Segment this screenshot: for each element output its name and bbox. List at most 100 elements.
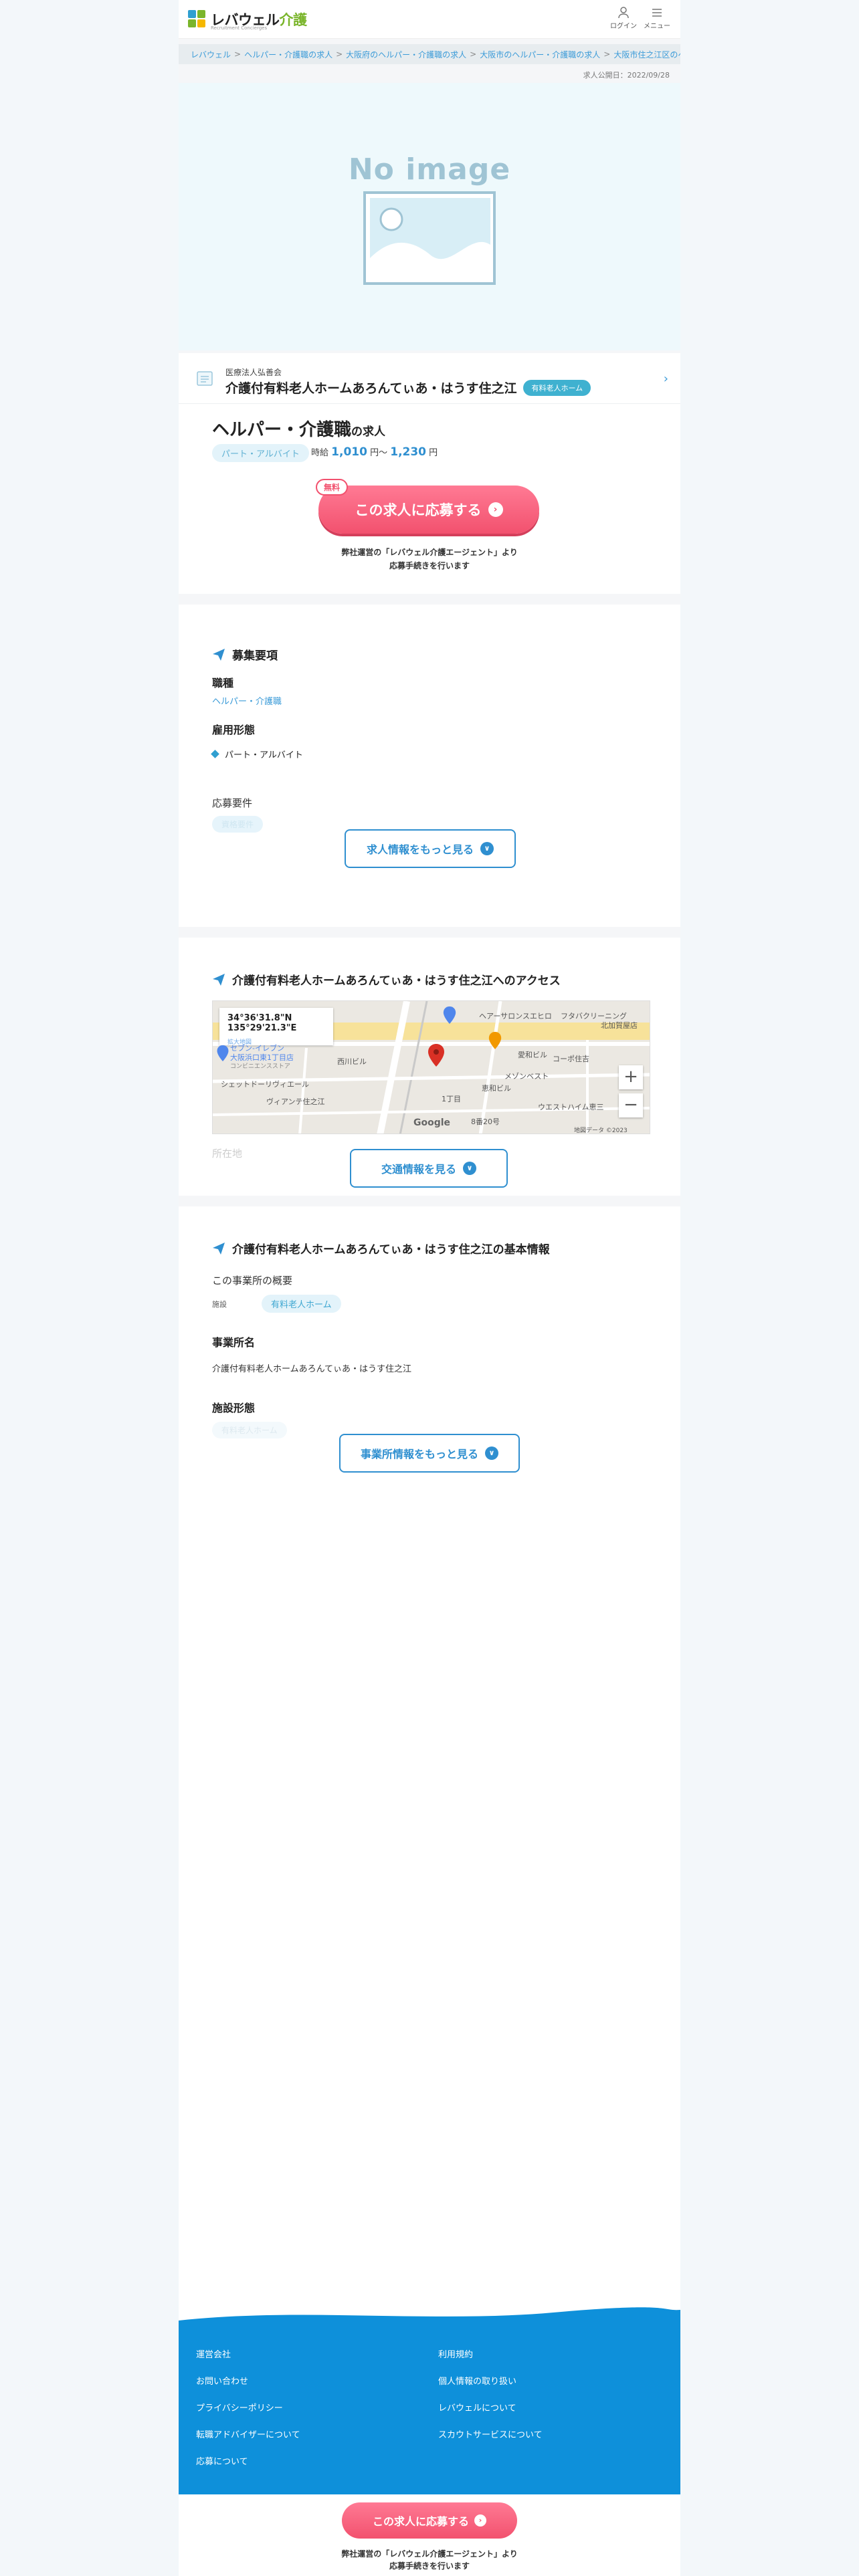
map-attribution: 地図データ ©2023 [574, 1128, 628, 1134]
employment-value: パート・アルバイト [211, 748, 303, 760]
map-label: コーポ住吉 [553, 1055, 589, 1063]
footer-link[interactable]: お問い合わせ [196, 2374, 248, 2387]
breadcrumb-separator: > [470, 49, 477, 59]
section-title: 介護付有料老人ホームあろんてぃあ・はうす住之江へのアクセス [212, 971, 561, 988]
arrow-right-icon: › [474, 2514, 486, 2527]
paper-plane-icon [213, 973, 225, 986]
location-label: 所在地 [212, 1148, 243, 1160]
map[interactable]: 34°36'31.8"N 135°29'21.3"E 拡大地図 ヘアーサロンスエヒ… [212, 1000, 650, 1134]
breadcrumb-separator: > [234, 49, 242, 59]
map-label: 北加賀屋店 [601, 1021, 638, 1030]
job-type-value[interactable]: ヘルパー・介護職 [212, 694, 282, 707]
site-header: レバウェル介護 Recruitment Concierges ログイン メニュー [179, 0, 680, 39]
breadcrumb: レバウェル > ヘルパー・介護職の求人 > 大阪府のヘルパー・介護職の求人 > 大阪市… [179, 44, 680, 64]
map-label: 8番20号 [471, 1117, 500, 1126]
section-title: 介護付有料老人ホームあろんてぃあ・はうす住之江の基本情報 [212, 1240, 550, 1257]
site-footer: 運営会社 利用規約 お問い合わせ 個人情報の取り扱い プライバシーポリシー レバ… [179, 2307, 680, 2494]
site-logo[interactable]: レバウェル介護 Recruitment Concierges [188, 7, 307, 31]
map-label: 愛和ビル [518, 1051, 547, 1059]
facility-name: 介護付有料老人ホームあろんてぃあ・はうす住之江 有料老人ホーム [225, 379, 591, 397]
map-label: 恵和ビル [482, 1084, 511, 1093]
footer-link[interactable]: 個人情報の取り扱い [438, 2374, 516, 2387]
more-job-info-button[interactable]: 求人情報をもっと見る ∨ [345, 829, 516, 868]
logo-subtitle: Recruitment Concierges [211, 25, 268, 31]
free-badge: 無料 [316, 479, 349, 496]
office-info-button[interactable]: 事業所情報をもっと見る ∨ [339, 1434, 520, 1473]
map-label: ウエストハイム恵三 [538, 1103, 604, 1111]
employment-label: 雇用形態 [212, 724, 256, 736]
facility-type-tag: 有料老人ホーム [523, 380, 591, 396]
document-icon [197, 371, 213, 386]
paper-plane-icon [213, 1242, 225, 1255]
breadcrumb-separator: > [336, 49, 343, 59]
apply-note-bottom: 弊社運営の「レバウェル介護エージェント」より 応募手続きを行います [341, 2549, 518, 2571]
recruitment-section: 募集要項 職種 ヘルパー・介護職 雇用形態 パート・アルバイト 応募要件 資格要… [179, 605, 680, 927]
corporation-name: 医療法人弘善会 [225, 368, 282, 377]
map-poi-icon [488, 1032, 502, 1049]
section-title: 募集要項 [212, 646, 278, 663]
chevron-down-icon: ∨ [485, 1446, 498, 1460]
requirements-label: 応募要件 [212, 797, 253, 809]
hamburger-icon [652, 9, 662, 17]
arrow-right-icon: › [488, 502, 503, 517]
apply-button[interactable]: この求人に応募する › [318, 486, 539, 534]
footer-link[interactable]: 運営会社 [196, 2347, 231, 2360]
facility-link-row[interactable]: 医療法人弘善会 介護付有料老人ホームあろんてぃあ・はうす住之江 有料老人ホーム › [179, 353, 680, 404]
zoom-out-button[interactable]: − [619, 1093, 643, 1117]
map-poi-icon [443, 1006, 456, 1024]
location-pin-icon [428, 1044, 444, 1067]
image-placeholder-icon [363, 191, 496, 285]
map-label: シェットドーリヴィエール [221, 1080, 309, 1089]
facility-form-label: 施設形態 [212, 1402, 256, 1414]
map-label: 1丁目 [442, 1095, 461, 1103]
sticky-apply-bar: この求人に応募する › 弊社運営の「レバウェル介護エージェント」より 応募手続きを行… [179, 2494, 680, 2576]
footer-link[interactable]: プライバシーポリシー [196, 2401, 283, 2413]
breadcrumb-item[interactable]: レバウェル [191, 49, 231, 60]
zoom-in-button[interactable]: + [619, 1065, 643, 1089]
diamond-bullet-icon [211, 750, 219, 758]
no-image-text: No image [348, 152, 511, 187]
breadcrumb-separator: > [603, 49, 611, 59]
login-button[interactable]: ログイン [607, 7, 640, 30]
facility-small-label: 施設 [212, 1300, 227, 1309]
menu-button[interactable]: メニュー [640, 7, 674, 30]
chevron-right-icon: › [663, 372, 668, 386]
footer-link[interactable]: レバウェルについて [438, 2401, 516, 2413]
publish-date: 求人公開日：2022/09/28 [583, 71, 670, 80]
map-label: コンビニエンスストア [230, 1063, 290, 1070]
map-label: ヴィアンテ住之江 [266, 1097, 325, 1106]
map-label: 西川ビル [337, 1057, 367, 1066]
apply-button-bottom[interactable]: この求人に応募する › [342, 2502, 517, 2539]
job-summary: ヘルパー・介護職の求人 パート・アルバイト 時給 1,010 円〜 1,230 … [179, 404, 680, 594]
facility-form-faded-tag: 有料老人ホーム [212, 1422, 287, 1438]
job-title: ヘルパー・介護職の求人 [212, 420, 386, 440]
chevron-down-icon: ∨ [480, 842, 494, 855]
wage: 時給 1,010 円〜 1,230 円 [311, 445, 438, 459]
hero-image-placeholder: No image [179, 83, 680, 350]
map-label: ヘアーサロンスエヒロ [479, 1012, 552, 1021]
paper-plane-icon [213, 648, 225, 661]
map-label: メゾンベスト [504, 1072, 549, 1081]
chevron-down-icon: ∨ [463, 1162, 476, 1175]
breadcrumb-item[interactable]: 大阪市住之江区のヘ [613, 49, 680, 60]
page: レバウェル介護 Recruitment Concierges ログイン メニュー… [179, 0, 680, 2576]
map-poi-icon [217, 1045, 229, 1061]
footer-wave [179, 2307, 680, 2323]
job-type-label: 職種 [212, 677, 234, 689]
employment-type-tag: パート・アルバイト [212, 444, 309, 462]
transport-info-button[interactable]: 交通情報を見る ∨ [350, 1149, 508, 1188]
office-name-value: 介護付有料老人ホームあろんてぃあ・はうす住之江 [212, 1364, 411, 1374]
footer-link[interactable]: 利用規約 [438, 2347, 473, 2360]
breadcrumb-item[interactable]: ヘルパー・介護職の求人 [244, 49, 332, 60]
office-name-label: 事業所名 [212, 1336, 256, 1349]
google-logo: Google [413, 1117, 451, 1128]
footer-link[interactable]: スカウトサービスについて [438, 2428, 543, 2440]
breadcrumb-item[interactable]: 大阪市のヘルパー・介護職の求人 [480, 49, 600, 60]
user-icon [618, 7, 629, 19]
breadcrumb-item[interactable]: 大阪府のヘルパー・介護職の求人 [346, 49, 466, 60]
map-coordinate-card: 34°36'31.8"N 135°29'21.3"E 拡大地図 [219, 1008, 333, 1046]
footer-link[interactable]: 転職アドバイザーについて [196, 2428, 300, 2440]
footer-link[interactable]: 応募について [196, 2454, 248, 2467]
overview-label: この事業所の概要 [212, 1275, 293, 1287]
logo-mark-icon [188, 10, 207, 29]
